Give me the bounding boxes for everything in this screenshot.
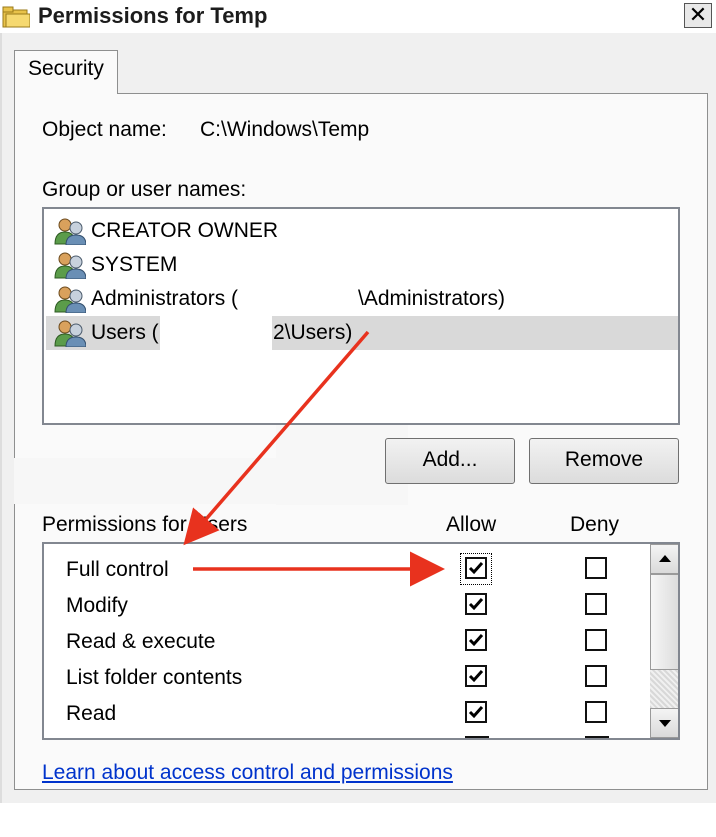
user-label: CREATOR OWNER xyxy=(91,219,279,242)
tab-security-label: Security xyxy=(28,57,104,80)
users-group-icon xyxy=(54,251,87,280)
scroll-up-button[interactable] xyxy=(650,544,678,574)
object-name-label: Object name: xyxy=(42,118,167,141)
permissions-list[interactable]: Full control Modify Read & execute List … xyxy=(42,542,680,740)
user-label-start: Users ( xyxy=(91,321,159,344)
allow-checkbox[interactable] xyxy=(465,701,487,723)
remove-button[interactable]: Remove xyxy=(529,438,679,484)
deny-column-header: Deny xyxy=(570,513,620,536)
allow-checkbox[interactable] xyxy=(465,665,487,687)
users-group-icon xyxy=(54,217,87,246)
redaction-box xyxy=(160,316,272,350)
permission-name: Read xyxy=(66,702,117,725)
checkbox-partial xyxy=(585,736,609,738)
user-label-end: \Administrators) xyxy=(358,287,506,310)
permission-name: Modify xyxy=(66,594,128,617)
user-row-users[interactable]: Users ( 2\Users) xyxy=(46,316,678,350)
permission-name: List folder contents xyxy=(66,666,243,689)
deny-checkbox[interactable] xyxy=(585,629,607,651)
redaction-smudge xyxy=(14,458,276,504)
users-group-icon xyxy=(54,285,87,314)
allow-checkbox[interactable] xyxy=(465,593,487,615)
user-label: SYSTEM xyxy=(91,253,178,276)
user-label-end: 2\Users) xyxy=(273,321,353,344)
users-group-icon xyxy=(54,319,87,348)
user-row-administrators[interactable]: Administrators ( \Administrators) xyxy=(46,282,678,316)
scroll-down-button[interactable] xyxy=(650,708,678,738)
user-label-start: Administrators ( xyxy=(91,287,239,310)
permission-name: Full control xyxy=(66,558,169,581)
user-row-creator-owner[interactable]: CREATOR OWNER xyxy=(46,214,678,248)
object-name-value: C:\Windows\Temp xyxy=(200,118,370,141)
close-button[interactable]: ✕ xyxy=(684,3,712,28)
permission-name: Read & execute xyxy=(66,630,216,653)
deny-checkbox[interactable] xyxy=(585,665,607,687)
permissions-scrollbar[interactable] xyxy=(650,544,678,738)
checkbox-partial xyxy=(465,736,489,738)
allow-checkbox[interactable] xyxy=(465,557,487,579)
deny-checkbox[interactable] xyxy=(585,557,607,579)
user-row-system[interactable]: SYSTEM xyxy=(46,248,678,282)
chevron-up-icon xyxy=(659,555,671,562)
scrollbar-track[interactable] xyxy=(650,670,678,708)
permissions-for-users-label: Permissions for Users xyxy=(42,513,248,536)
scrollbar-thumb[interactable] xyxy=(650,574,678,670)
add-button[interactable]: Add... xyxy=(385,438,515,484)
learn-about-access-control-link[interactable]: Learn about access control and permissio… xyxy=(42,760,453,786)
allow-checkbox[interactable] xyxy=(465,629,487,651)
chevron-down-icon xyxy=(659,720,671,727)
folder-icon xyxy=(2,6,31,28)
group-user-names-label: Group or user names: xyxy=(42,178,247,201)
user-list[interactable]: CREATOR OWNER SYSTEM Administrators ( \A… xyxy=(42,207,680,425)
deny-checkbox[interactable] xyxy=(585,593,607,615)
deny-checkbox[interactable] xyxy=(585,701,607,723)
window-title: Permissions for Temp xyxy=(38,3,268,28)
allow-column-header: Allow xyxy=(446,513,497,536)
